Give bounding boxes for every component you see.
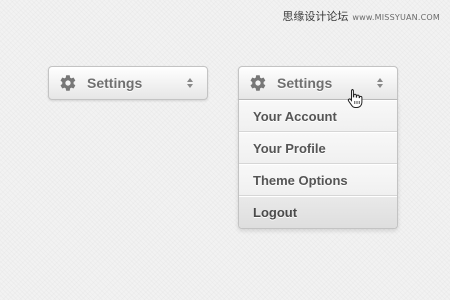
up-down-arrows-icon [375,78,385,88]
settings-label: Settings [87,75,143,91]
settings-dropdown-open[interactable]: Settings [238,66,398,100]
menu-item-theme-options[interactable]: Theme Options [239,164,397,196]
menu-item-logout[interactable]: Logout [239,196,397,228]
menu-item-your-profile[interactable]: Your Profile [239,132,397,164]
hand-pointer-icon [347,88,363,108]
gear-icon [249,74,267,92]
settings-dropdown-closed[interactable]: Settings [48,66,208,100]
gear-icon [59,74,77,92]
watermark-url-text: www.MISSYUAN.COM [352,13,440,22]
up-down-arrows-icon [185,78,195,88]
settings-menu: Your Account Your Profile Theme Options … [238,100,398,229]
watermark: 思缘设计论坛 www.MISSYUAN.COM [282,8,440,24]
menu-item-your-account[interactable]: Your Account [239,100,397,132]
watermark-chinese-text: 思缘设计论坛 [282,10,349,23]
